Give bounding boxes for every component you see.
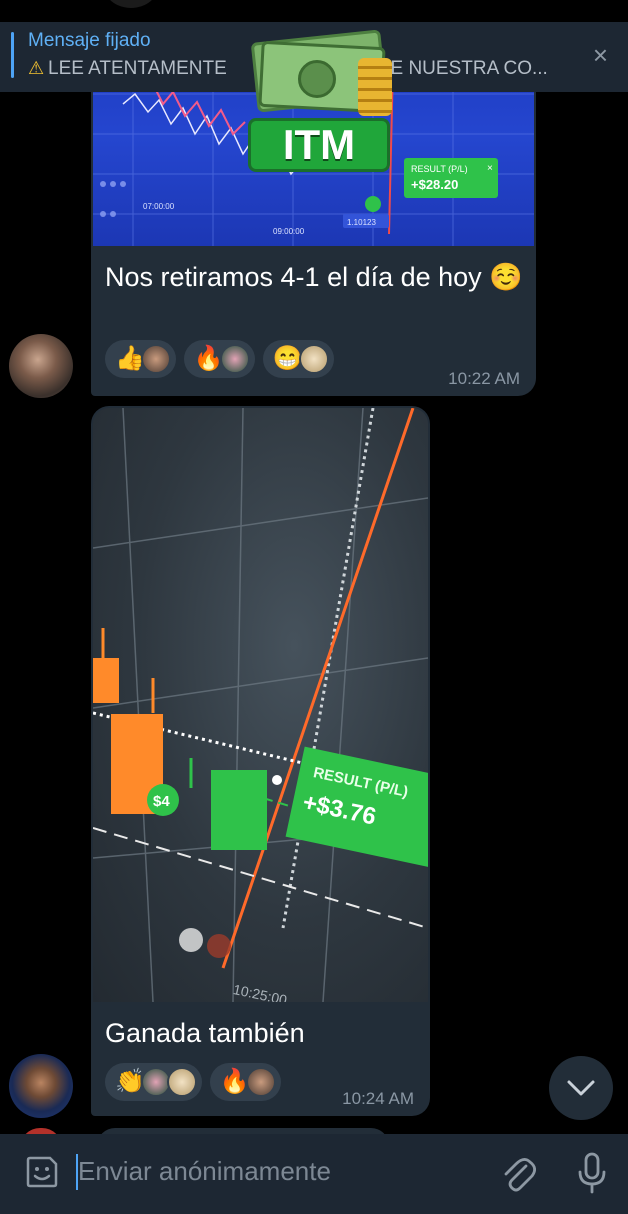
message-composer: Enviar anónimamente — [0, 1134, 628, 1214]
message-time-2: 10:24 AM — [342, 1089, 414, 1108]
coin-stack — [358, 58, 392, 116]
sender-avatar-1[interactable] — [9, 334, 73, 398]
chevron-down-icon — [567, 1080, 595, 1096]
sender-avatar-2[interactable] — [9, 1054, 73, 1118]
chart-time-label: 10:25:00 — [232, 981, 289, 1002]
itm-label: ITM — [248, 118, 390, 172]
reaction-grin[interactable]: 😁 — [262, 340, 334, 378]
pinned-text-left: LEE ATENTAMENTE — [48, 58, 227, 79]
svg-text:×: × — [487, 163, 493, 174]
itm-money-sticker: ITM — [246, 29, 396, 174]
message-time-1: 10:22 AM — [448, 369, 520, 388]
result-value: +$28.20 — [411, 177, 458, 192]
reactor-avatar — [245, 1067, 276, 1097]
microphone-icon — [578, 1152, 606, 1194]
sticker-icon — [26, 1156, 58, 1188]
reaction-thumbs-up[interactable]: 👍 — [105, 340, 176, 378]
message-bubble-2[interactable]: $4 RESULT (P/L) +$3.76 10:25:00 Ganada t… — [91, 406, 430, 1116]
previous-avatar — [103, 0, 159, 8]
warning-icon: ⚠ — [28, 58, 45, 78]
svg-text:09:00:00: 09:00:00 — [273, 227, 305, 236]
microphone-button[interactable] — [576, 1152, 608, 1199]
scroll-down-button[interactable] — [549, 1056, 613, 1120]
reactor-avatar — [298, 344, 329, 374]
pinned-text-right: DE NUESTRA CO... — [376, 58, 548, 79]
previous-message-peek — [0, 0, 628, 8]
reactions-1: 👍 🔥 😁 — [105, 340, 334, 378]
message-caption-1: Nos retiramos 4-1 el día de hoy ☺️ — [105, 262, 523, 292]
banknote-portrait — [298, 60, 336, 98]
close-icon[interactable]: × — [593, 40, 608, 71]
pinned-indicator — [11, 32, 14, 78]
price-label: 1.10123 — [347, 218, 376, 227]
message-input[interactable]: Enviar anónimamente — [78, 1156, 331, 1187]
reaction-fire[interactable]: 🔥 — [209, 1063, 281, 1101]
reaction-clap[interactable]: 👏 — [105, 1063, 202, 1101]
reactor-avatar — [166, 1067, 197, 1097]
svg-text:07:00:00: 07:00:00 — [143, 202, 175, 211]
stake-label: $4 — [153, 793, 170, 810]
pinned-title: Mensaje fijado — [28, 30, 151, 51]
sticker-button[interactable] — [24, 1154, 60, 1195]
reactions-2: 👏 🔥 — [105, 1063, 281, 1101]
reaction-fire[interactable]: 🔥 — [183, 340, 255, 378]
paperclip-icon — [504, 1158, 536, 1192]
message-photo-2[interactable]: $4 RESULT (P/L) +$3.76 10:25:00 — [93, 408, 428, 1002]
message-caption-2: Ganada también — [105, 1018, 305, 1048]
result-label: RESULT (P/L) — [411, 164, 468, 174]
reactor-avatar — [140, 344, 171, 374]
reactor-avatar — [219, 344, 250, 374]
attach-button[interactable] — [500, 1154, 536, 1199]
